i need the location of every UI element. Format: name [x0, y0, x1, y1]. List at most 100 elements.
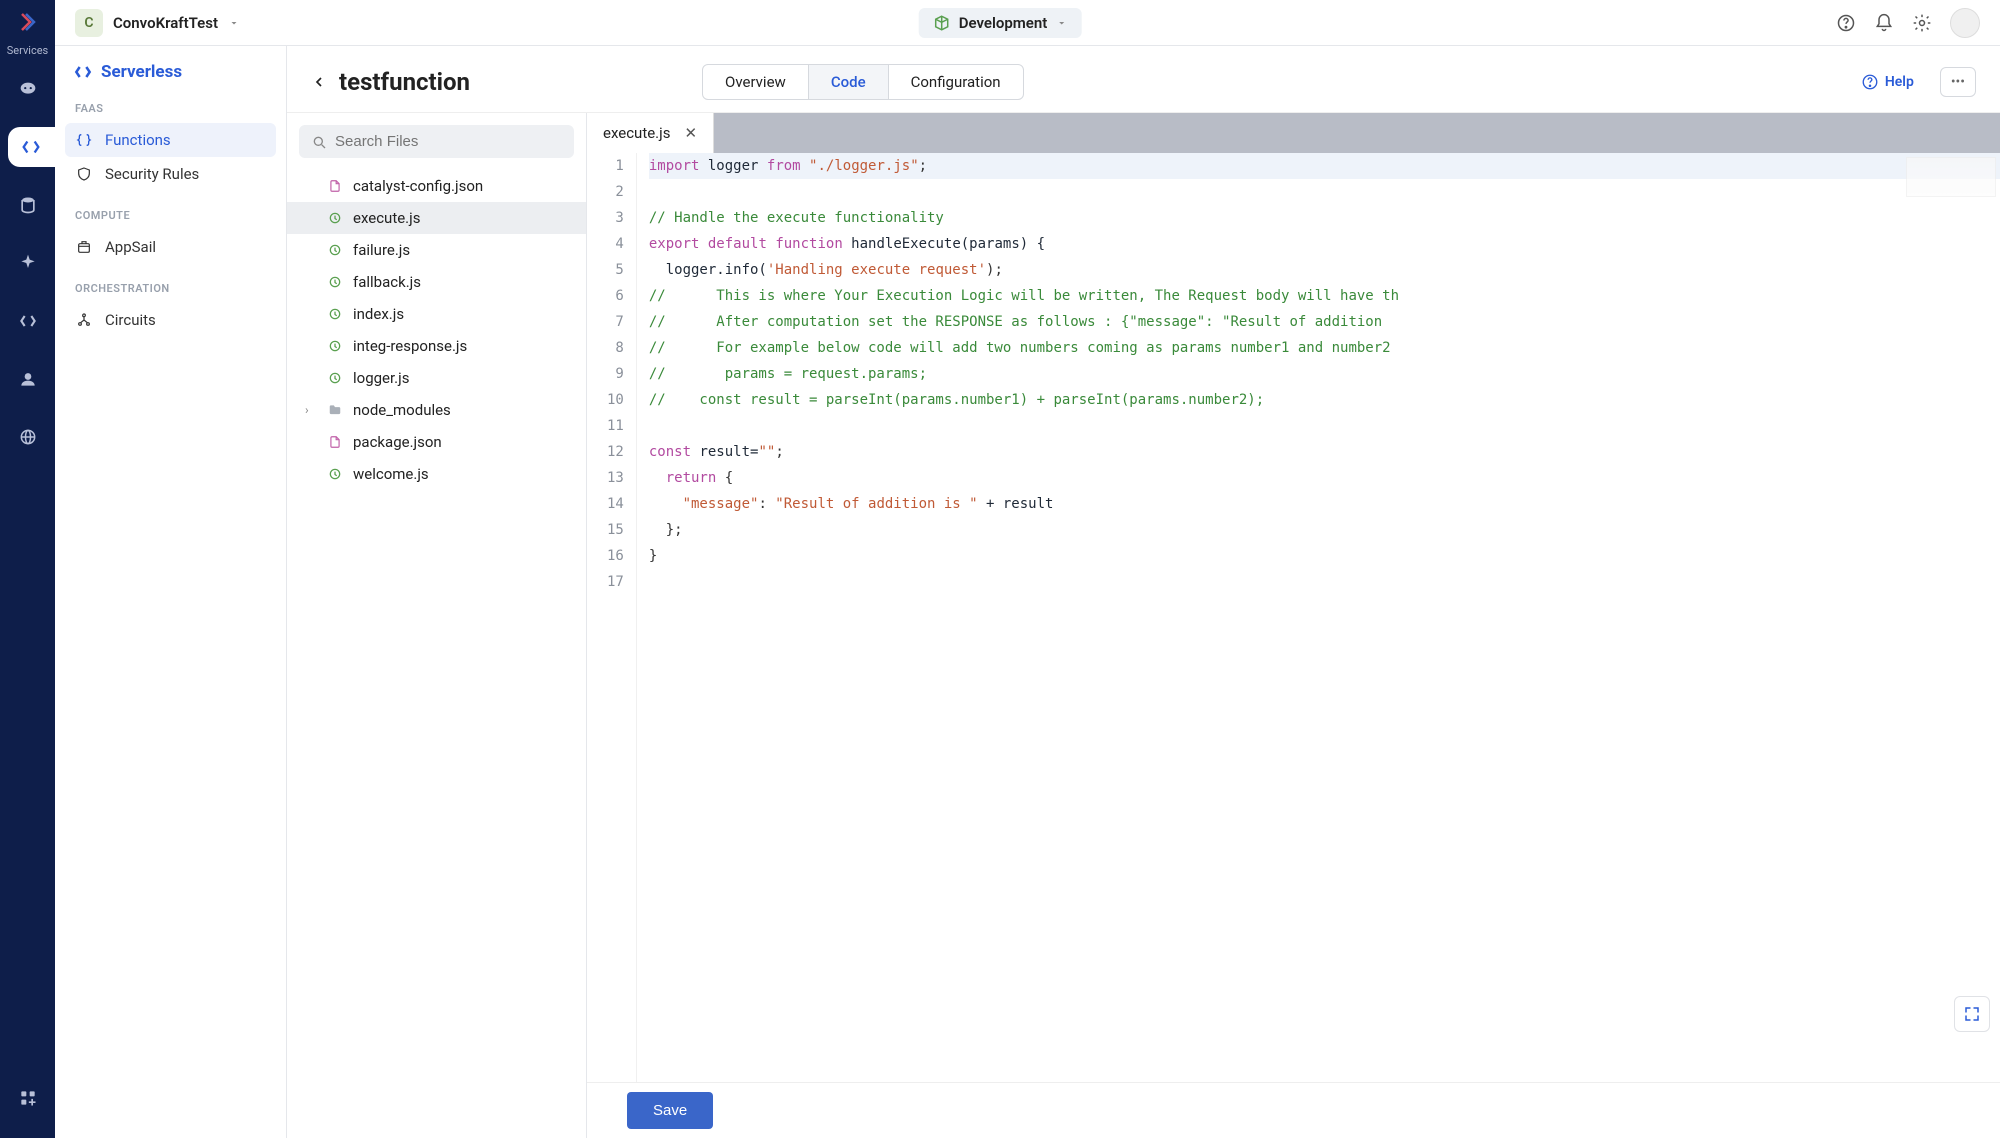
settings-icon[interactable]	[1912, 13, 1932, 33]
file-name: node_modules	[353, 401, 451, 419]
page-title: testfunction	[339, 68, 470, 96]
expand-button[interactable]	[1954, 996, 1990, 1032]
more-button[interactable]: •••	[1940, 67, 1976, 97]
sidebar-item-label: Functions	[105, 131, 171, 149]
file-item[interactable]: logger.js	[287, 362, 586, 394]
chevron-down-icon	[228, 17, 240, 29]
rail-icon-globe[interactable]	[8, 417, 48, 457]
tab-configuration[interactable]: Configuration	[889, 65, 1023, 99]
file-item[interactable]: › node_modules	[287, 394, 586, 426]
file-item[interactable]: failure.js	[287, 234, 586, 266]
project-avatar: C	[75, 9, 103, 37]
file-type-icon	[327, 338, 343, 354]
sidebar-item-label: Circuits	[105, 311, 156, 329]
sidebar-item-circuits[interactable]: Circuits	[65, 303, 276, 337]
content-header: testfunction OverviewCodeConfiguration H…	[287, 46, 2000, 113]
back-button[interactable]	[311, 74, 327, 90]
circuits-icon	[75, 312, 93, 328]
environment-selector[interactable]: Development	[919, 8, 1082, 38]
file-name: execute.js	[353, 209, 420, 227]
file-item[interactable]: integ-response.js	[287, 330, 586, 362]
topbar: C ConvoKraftTest Development	[55, 0, 2000, 46]
file-name: package.json	[353, 433, 442, 451]
file-type-icon	[327, 210, 343, 226]
cube-icon	[933, 14, 951, 32]
rail-icon-datastore[interactable]	[8, 185, 48, 225]
file-type-icon	[327, 178, 343, 194]
file-name: logger.js	[353, 369, 409, 387]
file-name: index.js	[353, 305, 404, 323]
sidebar-section-label: COMPUTE	[75, 209, 266, 222]
environment-name: Development	[959, 14, 1048, 32]
help-label: Help	[1885, 74, 1914, 90]
chevron-right-icon: ›	[305, 403, 317, 417]
file-type-icon	[327, 306, 343, 322]
help-icon[interactable]	[1836, 13, 1856, 33]
rail-label: Services	[7, 44, 48, 57]
code-editor[interactable]: 1234567891011121314151617 import logger …	[587, 153, 2000, 1082]
file-type-icon	[327, 274, 343, 290]
editor-tab-label: execute.js	[603, 124, 670, 142]
user-avatar[interactable]	[1950, 8, 1980, 38]
search-icon	[311, 134, 327, 150]
file-explorer: catalyst-config.json execute.js failure.js…	[287, 113, 587, 1138]
file-search-input[interactable]	[335, 133, 562, 150]
sidebar: Serverless FAAS Functions Security Rules CO…	[55, 46, 287, 1138]
sidebar-item-label: AppSail	[105, 238, 156, 256]
file-item[interactable]: package.json	[287, 426, 586, 458]
editor-tab[interactable]: execute.js ✕	[587, 113, 714, 153]
braces-icon	[75, 132, 93, 148]
sidebar-item-functions[interactable]: Functions	[65, 123, 276, 157]
minimap[interactable]	[1906, 157, 1996, 197]
file-type-icon	[327, 466, 343, 482]
notifications-icon[interactable]	[1874, 13, 1894, 33]
file-name: failure.js	[353, 241, 410, 259]
rail-icon-sparkle[interactable]	[8, 243, 48, 283]
project-name: ConvoKraftTest	[113, 14, 218, 32]
file-item[interactable]: welcome.js	[287, 458, 586, 490]
close-icon[interactable]: ✕	[684, 124, 697, 142]
sidebar-section-label: ORCHESTRATION	[75, 282, 266, 295]
file-type-icon	[327, 242, 343, 258]
sidebar-item-security-rules[interactable]: Security Rules	[65, 157, 276, 191]
tab-overview[interactable]: Overview	[703, 65, 809, 99]
file-name: welcome.js	[353, 465, 429, 483]
file-item[interactable]: fallback.js	[287, 266, 586, 298]
file-name: catalyst-config.json	[353, 177, 483, 195]
chevron-down-icon	[1055, 17, 1067, 29]
sidebar-item-label: Security Rules	[105, 165, 199, 183]
file-search[interactable]	[299, 125, 574, 158]
file-type-icon	[327, 370, 343, 386]
editor-footer: Save	[587, 1082, 2000, 1138]
project-selector[interactable]: C ConvoKraftTest	[75, 9, 240, 37]
help-link[interactable]: Help	[1861, 73, 1914, 91]
editor-code[interactable]: import logger from "./logger.js"; // Han…	[637, 153, 2000, 1082]
rail-icon-apps[interactable]	[8, 1078, 48, 1118]
brand-logo[interactable]	[14, 8, 42, 36]
editor-gutter: 1234567891011121314151617	[587, 153, 637, 1082]
sidebar-section-label: FAAS	[75, 102, 266, 115]
help-icon	[1861, 73, 1879, 91]
rail-icon-serverless[interactable]	[8, 127, 63, 167]
tab-code[interactable]: Code	[809, 65, 889, 99]
file-item[interactable]: index.js	[287, 298, 586, 330]
rail-icon-user[interactable]	[8, 359, 48, 399]
sidebar-brand: Serverless	[73, 62, 268, 82]
file-name: fallback.js	[353, 273, 421, 291]
sail-icon	[75, 239, 93, 255]
rail-icon-chat[interactable]	[8, 69, 48, 109]
sidebar-item-appsail[interactable]: AppSail	[65, 230, 276, 264]
editor-pane: execute.js ✕ 1234567891011121314151617 i…	[587, 113, 2000, 1138]
rail-icon-devops[interactable]	[8, 301, 48, 341]
file-item[interactable]: execute.js	[287, 202, 586, 234]
save-button[interactable]: Save	[627, 1092, 713, 1129]
serverless-icon	[73, 62, 93, 82]
shield-icon	[75, 166, 93, 182]
editor-tabs: execute.js ✕	[587, 113, 2000, 153]
file-type-icon	[327, 402, 343, 418]
file-name: integ-response.js	[353, 337, 467, 355]
file-type-icon	[327, 434, 343, 450]
sidebar-brand-label: Serverless	[101, 62, 182, 82]
file-item[interactable]: catalyst-config.json	[287, 170, 586, 202]
header-tabs: OverviewCodeConfiguration	[702, 64, 1024, 100]
